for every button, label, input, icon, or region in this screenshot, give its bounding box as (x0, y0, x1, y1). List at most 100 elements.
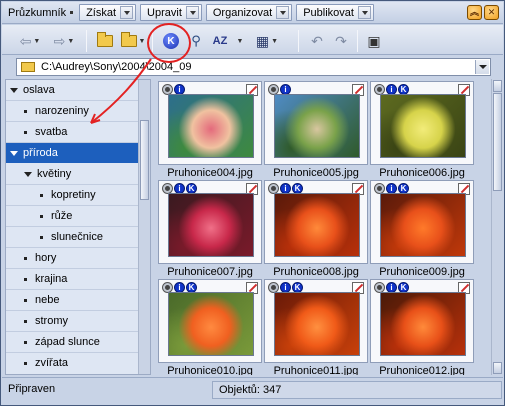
tree-item-hory[interactable]: hory (6, 248, 138, 268)
thumbnail-card[interactable]: i Pruhonice004.jpg (158, 81, 262, 181)
dropdown-icon: ▼ (138, 37, 146, 45)
scroll-up-button[interactable] (493, 80, 502, 92)
thumbnail-image[interactable] (380, 193, 466, 257)
slideshow-button[interactable]: ▣ (364, 31, 384, 51)
chevron-up-icon: ︽ (469, 7, 479, 17)
bullet-icon (24, 109, 27, 113)
rotate-right-button[interactable]: ↷ (331, 31, 351, 51)
address-input[interactable]: C:\Audrey\Sony\2004\2004_09 (16, 58, 491, 76)
menu-organizovat-button[interactable]: Organizovat (205, 4, 293, 21)
status-bar: Připraven Objektů: 347 (2, 377, 503, 404)
tree-item-stromy[interactable]: stromy (6, 311, 138, 331)
sort-az-icon: AZ (212, 35, 228, 47)
thumbnail-image[interactable] (168, 193, 254, 257)
tree-item-zapad-slunce[interactable]: západ slunce (6, 332, 138, 352)
folder-up-icon (97, 32, 113, 47)
highlight-circle (147, 23, 191, 63)
tree-item-kopretiny[interactable]: kopretiny (6, 185, 138, 205)
thumbnail-scrollbar-thumb[interactable] (493, 93, 502, 191)
folder-up-button[interactable] (95, 31, 115, 51)
thumbnail-filename: Pruhonice012.jpg (379, 365, 465, 375)
thumbnail-filename: Pruhonice010.jpg (167, 365, 253, 375)
favorite-folder-icon (120, 32, 137, 47)
thumbnail-image[interactable] (274, 193, 360, 257)
rotate-left-icon: ↶ (311, 32, 323, 49)
thumbnail-card[interactable]: i K Pruhonice008.jpg (264, 180, 368, 280)
collapse-button[interactable]: ︽ (467, 5, 482, 20)
thumbnail-frame: iK (158, 180, 262, 264)
menu-upravit-button[interactable]: Upravit (140, 4, 202, 21)
address-dropdown-button[interactable] (475, 60, 489, 74)
window-controls: ︽ ✕ (467, 5, 499, 20)
rotate-right-icon: ↷ (335, 32, 347, 49)
explorer-menu[interactable]: Průzkumník (8, 7, 75, 19)
rotate-left-button[interactable]: ↶ (307, 31, 327, 51)
thumbnail-card[interactable]: i K Pruhonice011.jpg (264, 279, 368, 375)
tree-item-label: slunečnice (51, 231, 103, 243)
forward-button[interactable]: ⇨ ▼ (50, 31, 78, 51)
tree-item-zvirata[interactable]: zvířata (6, 353, 138, 373)
close-icon: ✕ (487, 7, 496, 17)
tree-item-svatba[interactable]: svatba (6, 122, 138, 142)
tree-item-label: kopretiny (51, 189, 96, 201)
thumbnail-card[interactable]: i K Pruhonice007.jpg (158, 180, 262, 280)
bullet-icon (24, 130, 27, 134)
tree-item-narozeniny[interactable]: narozeniny (6, 101, 138, 121)
status-text: Připraven (8, 383, 56, 395)
thumbnail-card[interactable]: i K Pruhonice009.jpg (370, 180, 474, 280)
thumbnail-card[interactable]: i Pruhonice005.jpg (264, 81, 368, 181)
tree-item-slunecnice[interactable]: slunečnice (6, 227, 138, 247)
tree-item-label: narozeniny (35, 105, 89, 117)
thumbnail-image[interactable] (380, 94, 466, 158)
tree-scrollbar-thumb[interactable] (140, 120, 149, 200)
thumbnail-filename: Pruhonice004.jpg (167, 167, 253, 179)
thumbnail-filename: Pruhonice011.jpg (273, 365, 359, 375)
thumbnail-scrollbar[interactable] (491, 79, 503, 375)
menu-organizovat-label: Organizovat (212, 6, 273, 19)
toolbar-separator (86, 30, 87, 52)
sort-button[interactable]: AZ (210, 31, 230, 51)
dropdown-icon: ▼ (33, 37, 41, 45)
forward-arrow-icon: ⇨ (53, 32, 66, 49)
bullet-icon (40, 193, 43, 197)
view-button[interactable]: ▦ ▼ (252, 31, 282, 51)
dropdown-icon: ▼ (271, 37, 279, 45)
favorite-folder-button[interactable]: ▼ (120, 31, 146, 51)
view-grid-icon: ▦ (255, 32, 270, 49)
thumbnail-card[interactable]: i K Pruhonice010.jpg (158, 279, 262, 375)
menu-publikovat-button[interactable]: Publikovat (296, 4, 374, 21)
sort-dropdown[interactable]: ▼ (232, 31, 246, 51)
thumbnail-card[interactable]: i K Pruhonice006.jpg (370, 81, 474, 181)
tree-item-label: nebe (35, 294, 60, 306)
tree-scrollbar[interactable] (138, 80, 150, 374)
close-button[interactable]: ✕ (484, 5, 499, 20)
menu-ziskat-button[interactable]: Získat (79, 4, 137, 21)
tree-item-oslava[interactable]: oslava (6, 80, 138, 100)
thumbnail-image[interactable] (168, 292, 254, 356)
tree-item-label: hory (35, 252, 57, 264)
thumbnail-image[interactable] (274, 94, 360, 158)
menu-bar: Průzkumník Získat Upravit Organizovat Pu… (2, 2, 503, 24)
address-bar: C:\Audrey\Sony\2004\2004_09 (2, 56, 503, 78)
tree-item-kvetiny[interactable]: květiny (6, 164, 138, 184)
bullet-icon (24, 340, 27, 344)
tree-item-priroda[interactable]: příroda (6, 143, 138, 163)
tree-item-label: svatba (35, 126, 68, 138)
tree-item-label: květiny (37, 168, 72, 180)
back-button[interactable]: ⇦ ▼ (16, 31, 44, 51)
back-arrow-icon: ⇦ (19, 32, 32, 49)
tree-item-nebe[interactable]: nebe (6, 290, 138, 310)
menu-ziskat-label: Získat (86, 6, 117, 19)
explorer-menu-label: Průzkumník (8, 6, 67, 19)
thumbnail-card[interactable]: i K Pruhonice012.jpg (370, 279, 474, 375)
chevron-down-icon (185, 6, 199, 19)
tree-item-krajina[interactable]: krajina (6, 269, 138, 289)
bullet-icon (24, 361, 27, 365)
thumbnail-image[interactable] (168, 94, 254, 158)
scroll-down-button[interactable] (493, 362, 502, 374)
thumbnail-image[interactable] (380, 292, 466, 356)
thumbnail-filename: Pruhonice005.jpg (273, 167, 359, 179)
tree-item-ruze[interactable]: růže (6, 206, 138, 226)
menu-dot-icon (70, 11, 74, 14)
thumbnail-image[interactable] (274, 292, 360, 356)
